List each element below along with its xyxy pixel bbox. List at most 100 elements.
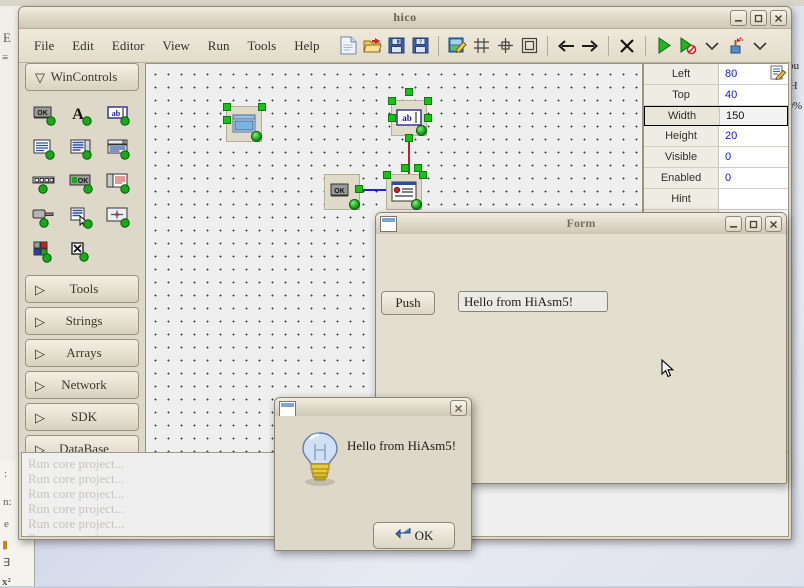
property-row[interactable]: Visible 0 — [644, 147, 788, 168]
ok-button[interactable]: OK — [373, 522, 455, 549]
button-component[interactable]: OK — [27, 101, 62, 131]
property-value-input[interactable]: 150 — [720, 107, 787, 125]
menu-help[interactable]: Help — [285, 35, 328, 57]
palette-group-arrays[interactable]: ▷ Arrays — [25, 339, 139, 367]
property-row[interactable]: Height 20 — [644, 126, 788, 147]
memo-component[interactable] — [27, 135, 62, 165]
connector-dot[interactable] — [251, 131, 262, 142]
forward-arrow-icon[interactable] — [578, 34, 602, 58]
message-close-button[interactable] — [450, 400, 467, 416]
grid-icon[interactable] — [469, 34, 493, 58]
property-value[interactable]: 20 — [719, 126, 788, 146]
form-maximize-button[interactable] — [745, 216, 762, 232]
delete-icon[interactable] — [615, 34, 639, 58]
selection-handle[interactable] — [388, 114, 396, 122]
grid-component[interactable] — [102, 169, 137, 199]
property-row[interactable]: Left 80 — [644, 64, 788, 85]
label-component[interactable]: A — [64, 101, 99, 131]
new-file-icon[interactable] — [336, 34, 360, 58]
combobox-component[interactable] — [102, 135, 137, 165]
close-button[interactable] — [770, 10, 787, 26]
property-row[interactable]: Top 40 — [644, 85, 788, 106]
message-title-bar[interactable] — [275, 398, 471, 417]
palette-group-network[interactable]: ▷ Network — [25, 371, 139, 399]
palette-group-sdk[interactable]: ▷ SDK — [25, 403, 139, 431]
compile-dropdown-icon[interactable] — [748, 34, 772, 58]
lightbulb-icon — [297, 430, 343, 493]
canvas-node-form[interactable] — [226, 106, 262, 142]
push-button[interactable]: Push — [381, 291, 435, 315]
property-value[interactable]: 40 — [719, 85, 788, 105]
bg-glyph-e2: e — [4, 518, 9, 530]
open-folder-icon[interactable] — [360, 34, 384, 58]
selection-handle[interactable] — [383, 171, 391, 179]
menu-file[interactable]: File — [25, 35, 63, 57]
form-title-bar[interactable]: Form — [376, 213, 786, 235]
selection-handle[interactable] — [223, 103, 231, 111]
toolbar-separator — [608, 36, 609, 56]
run-dropdown-icon[interactable] — [700, 34, 724, 58]
selection-handle[interactable] — [258, 103, 266, 111]
edit-properties-icon[interactable] — [445, 34, 469, 58]
link-edit-to-message[interactable] — [408, 137, 410, 179]
svg-text:OK: OK — [78, 178, 89, 185]
selection-handle[interactable] — [424, 114, 432, 122]
selection-handle[interactable] — [405, 88, 413, 96]
property-value[interactable] — [719, 189, 788, 209]
form-close-button[interactable] — [765, 216, 782, 232]
save-as-icon[interactable]: ? — [408, 34, 432, 58]
property-editor-icon[interactable] — [770, 65, 786, 80]
selection-handle[interactable] — [419, 171, 427, 179]
palette-group-tools[interactable]: ▷ Tools — [25, 275, 139, 303]
selection-handle[interactable] — [414, 164, 422, 172]
selection-handle[interactable] — [223, 116, 231, 124]
menu-toolbar: File Edit Editor View Run Tools Help — [19, 29, 791, 63]
layout-component[interactable] — [102, 203, 137, 233]
selection-handle[interactable] — [405, 134, 413, 142]
maximize-button[interactable] — [750, 10, 767, 26]
palette-group-wincontrols[interactable]: ▽ WinControls — [25, 63, 139, 91]
panelbutton-component[interactable]: OK — [64, 169, 99, 199]
property-value[interactable]: 0 — [719, 147, 788, 167]
connector-dot[interactable] — [349, 199, 360, 210]
connector-dot[interactable] — [416, 125, 427, 136]
selection-handle[interactable] — [401, 164, 409, 172]
toolbar-separator — [645, 36, 646, 56]
listview-component[interactable] — [64, 203, 99, 233]
connector-dot[interactable] — [411, 199, 422, 210]
menu-run[interactable]: Run — [199, 35, 239, 57]
menu-tools[interactable]: Tools — [238, 35, 285, 57]
property-row[interactable]: Enabled 0 — [644, 168, 788, 189]
form-minimize-button[interactable] — [725, 216, 742, 232]
compile-icon[interactable] — [724, 34, 748, 58]
property-row[interactable]: Hint — [644, 189, 788, 210]
trackbar-component[interactable] — [27, 169, 62, 199]
checkbox-component[interactable] — [64, 237, 99, 267]
minimize-button[interactable] — [730, 10, 747, 26]
menu-view[interactable]: View — [153, 35, 198, 57]
menu-edit[interactable]: Edit — [63, 35, 103, 57]
edit-component[interactable]: ab — [102, 101, 137, 131]
palette-group-strings[interactable]: ▷ Strings — [25, 307, 139, 335]
back-arrow-icon[interactable] — [554, 34, 578, 58]
canvas-node-edit[interactable]: ab — [391, 100, 427, 136]
debug-icon[interactable] — [676, 34, 700, 58]
colorbox-component[interactable] — [27, 237, 62, 267]
form-edit-field[interactable]: Hello from HiAsm5! — [458, 291, 608, 312]
scroll-component[interactable] — [27, 203, 62, 233]
selection-handle[interactable] — [424, 97, 432, 105]
listbox-component[interactable] — [64, 135, 99, 165]
enter-arrow-icon — [395, 527, 411, 544]
canvas-node-message[interactable] — [386, 174, 422, 210]
title-bar[interactable]: hico — [19, 7, 791, 29]
menu-editor[interactable]: Editor — [103, 35, 154, 57]
property-value[interactable]: 0 — [719, 168, 788, 188]
save-icon[interactable] — [384, 34, 408, 58]
align-center-icon[interactable] — [493, 34, 517, 58]
run-icon[interactable] — [652, 34, 676, 58]
selection-handle[interactable] — [355, 185, 363, 193]
selection-handle[interactable] — [388, 97, 396, 105]
frame-icon[interactable] — [517, 34, 541, 58]
property-row-selected[interactable]: Width 150 — [644, 106, 788, 126]
property-name: Enabled — [644, 168, 719, 188]
